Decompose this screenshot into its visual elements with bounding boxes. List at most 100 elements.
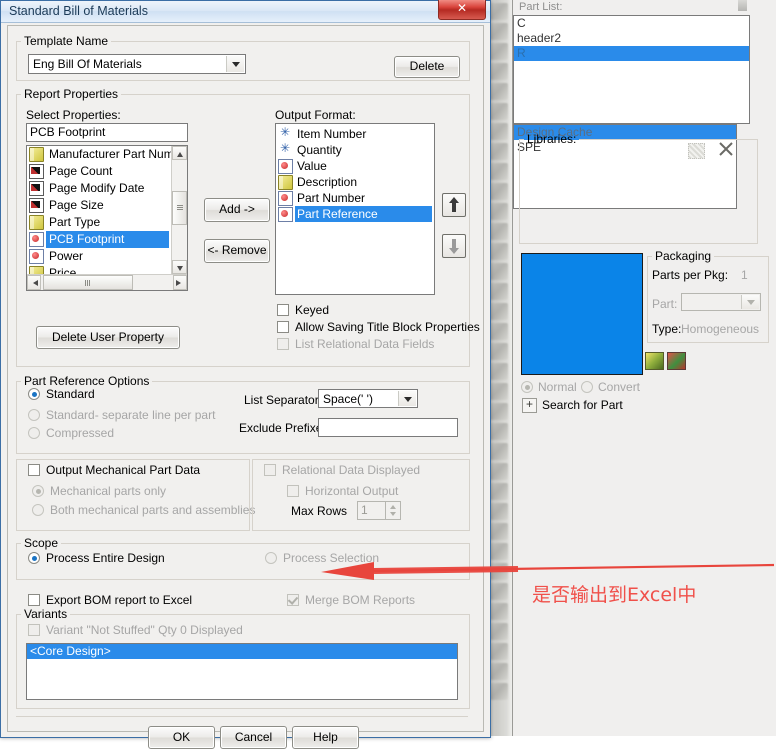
spinner-down-icon[interactable]: [386, 511, 400, 520]
convert-radio[interactable]: [581, 381, 593, 393]
prop-icon: [29, 232, 44, 247]
list-item[interactable]: Description: [276, 174, 434, 190]
list-item[interactable]: Page Count: [27, 163, 171, 180]
output-format-list[interactable]: ✳ Item Number ✳ Quantity Value Description Par…: [275, 123, 435, 295]
remove-property-button[interactable]: <- Remove: [204, 239, 270, 263]
close-x-icon[interactable]: [717, 140, 735, 158]
merge-bom-reports-checkbox[interactable]: [287, 594, 299, 606]
list-item[interactable]: C: [514, 16, 749, 31]
select-properties-vscrollbar[interactable]: [171, 146, 187, 274]
add-property-button[interactable]: Add ->: [204, 198, 270, 222]
move-down-button[interactable]: [442, 234, 466, 258]
toolbar-icon: [490, 343, 508, 360]
toolbar-icon: [490, 643, 508, 660]
compressed-radio[interactable]: [28, 427, 40, 439]
list-item[interactable]: Page Size: [27, 197, 171, 214]
list-item[interactable]: Part Type: [27, 214, 171, 231]
expand-search-button[interactable]: +: [522, 397, 537, 413]
variants-label: Variants: [24, 607, 68, 621]
select-properties-list[interactable]: Manufacturer Part Numbe Page Count Page Mo…: [26, 145, 188, 291]
part-list-label: Part List:: [519, 1, 563, 13]
list-separator-value: Space(' '): [323, 392, 373, 406]
list-item[interactable]: R: [514, 46, 749, 61]
variants-list[interactable]: <Core Design>: [26, 643, 458, 700]
list-item[interactable]: Part Number: [276, 190, 434, 206]
list-item[interactable]: Part Reference: [276, 206, 434, 222]
list-item-label: Quantity: [297, 143, 342, 157]
delete-template-button[interactable]: Delete: [394, 56, 460, 78]
spinner-up-icon[interactable]: [386, 502, 400, 511]
list-item[interactable]: Manufacturer Part Numbe: [27, 146, 171, 163]
process-entire-design-radio[interactable]: [28, 552, 40, 564]
allow-saving-title-block-checkbox[interactable]: [277, 321, 289, 333]
scroll-up-icon[interactable]: [172, 146, 187, 160]
export-bom-to-excel-checkbox[interactable]: [28, 594, 40, 606]
toolbar-icon: [490, 183, 508, 200]
list-item[interactable]: <Core Design>: [27, 644, 457, 659]
toolbar-icon: [490, 603, 508, 620]
doc-icon: [29, 215, 44, 230]
part-list[interactable]: Cheader2 R: [513, 15, 750, 124]
keyed-label: Keyed: [295, 303, 330, 317]
relational-data-displayed-checkbox[interactable]: [264, 464, 276, 476]
cancel-button[interactable]: Cancel: [220, 726, 287, 749]
add-property-label: Add ->: [219, 202, 255, 216]
exclude-prefixes-input[interactable]: [318, 418, 458, 437]
list-item[interactable]: PCB Footprint: [27, 231, 171, 248]
help-button[interactable]: Help: [292, 726, 359, 749]
annotation-text: 是否输出到Excel中: [532, 584, 697, 606]
libraries-label: Libraries:: [527, 132, 577, 146]
page-icon: [29, 198, 44, 213]
select-properties-label: Select Properties:: [26, 108, 121, 122]
normal-radio[interactable]: [521, 381, 533, 393]
keyed-checkbox[interactable]: [277, 304, 289, 316]
list-item-label: Description: [297, 175, 358, 189]
close-button[interactable]: ✕: [438, 0, 486, 20]
standard-separate-line-radio[interactable]: [28, 409, 40, 421]
list-item[interactable]: Value: [276, 158, 434, 174]
split-part-icon[interactable]: [667, 352, 686, 370]
part-list-header-icon[interactable]: [738, 0, 747, 11]
list-relational-data-fields-label: List Relational Data Fields: [295, 337, 435, 351]
edit-part-icon[interactable]: [645, 352, 664, 370]
parts-per-pkg-value: 1: [741, 268, 748, 282]
chevron-down-icon: [741, 295, 759, 309]
dialog-titlebar[interactable]: Standard Bill of Materials ✕: [1, 0, 490, 23]
both-mechanical-assemblies-label: Both mechanical parts and assemblies: [50, 503, 256, 517]
list-item[interactable]: ✳ Item Number: [276, 126, 434, 142]
both-mechanical-assemblies-radio[interactable]: [32, 504, 44, 516]
standard-radio[interactable]: [28, 388, 40, 400]
list-separator-combo[interactable]: Space(' '): [318, 389, 418, 408]
delete-user-property-button[interactable]: Delete User Property: [36, 326, 180, 349]
scroll-left-icon[interactable]: [27, 275, 41, 290]
list-item[interactable]: Power: [27, 248, 171, 265]
add-library-icon[interactable]: [688, 143, 705, 159]
toolbar-icon: [490, 503, 508, 520]
mechanical-parts-only-radio[interactable]: [32, 485, 44, 497]
scroll-right-icon[interactable]: [173, 275, 187, 290]
max-rows-spinner[interactable]: [385, 501, 401, 520]
toolbar-icon: [490, 463, 508, 480]
vscroll-thumb[interactable]: [172, 191, 187, 225]
delete-template-label: Delete: [409, 59, 445, 73]
list-relational-data-fields-checkbox[interactable]: [277, 338, 289, 350]
variant-not-stuffed-checkbox[interactable]: [28, 624, 40, 636]
hscroll-thumb[interactable]: [43, 275, 133, 290]
arrow-up-icon: [449, 197, 459, 212]
list-item[interactable]: ✳ Quantity: [276, 142, 434, 158]
select-properties-hscrollbar[interactable]: [27, 274, 187, 290]
part-preview: [521, 253, 643, 375]
part-combo[interactable]: [681, 293, 761, 311]
list-item[interactable]: header2: [514, 31, 749, 46]
horizontal-output-checkbox[interactable]: [287, 485, 299, 497]
ok-button[interactable]: OK: [148, 726, 215, 749]
template-name-combo[interactable]: Eng Bill Of Materials: [28, 54, 246, 74]
move-up-button[interactable]: [442, 193, 466, 217]
scroll-down-icon[interactable]: [172, 260, 187, 274]
prop-icon: [278, 159, 293, 174]
report-properties-label: Report Properties: [24, 87, 119, 101]
list-item[interactable]: Page Modify Date: [27, 180, 171, 197]
process-selection-radio[interactable]: [265, 552, 277, 564]
select-properties-input[interactable]: PCB Footprint: [26, 123, 188, 142]
output-mechanical-checkbox[interactable]: [28, 464, 40, 476]
